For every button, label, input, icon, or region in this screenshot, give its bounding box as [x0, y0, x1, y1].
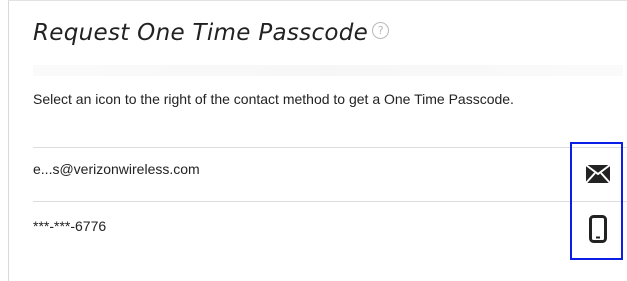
header: Request One Time Passcode ?	[33, 18, 390, 48]
contact-row-phone: ***-***-6776	[33, 202, 627, 256]
mobile-phone-icon[interactable]	[589, 215, 607, 243]
contact-email-label: e...s@verizonwireless.com	[33, 161, 200, 177]
envelope-icon[interactable]	[585, 164, 611, 184]
contact-row-email: e...s@verizonwireless.com	[33, 148, 627, 202]
faint-description	[33, 65, 623, 76]
instructions-text: Select an icon to the right of the conta…	[33, 91, 514, 107]
panel-top-border	[8, 0, 627, 1]
help-circle-icon[interactable]: ?	[372, 22, 390, 39]
contact-phone-label: ***-***-6776	[33, 218, 107, 234]
page-title: Request One Time Passcode	[33, 20, 369, 46]
